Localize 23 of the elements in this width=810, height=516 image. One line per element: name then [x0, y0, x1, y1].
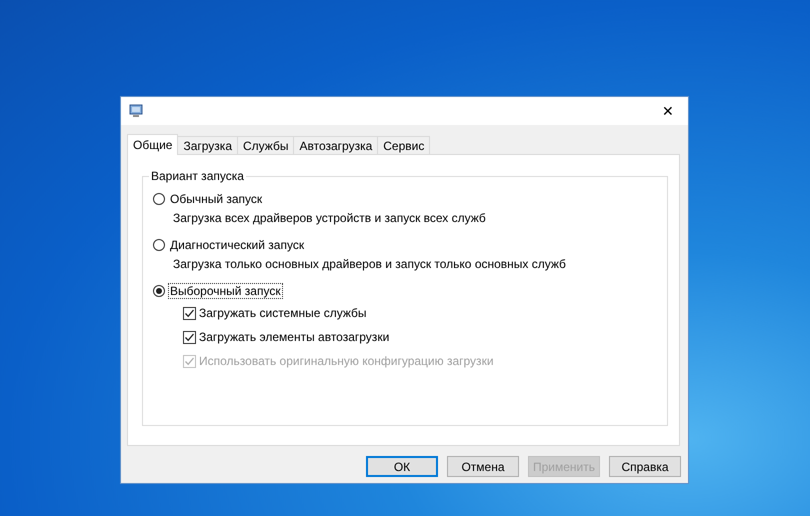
radio-button[interactable]: [153, 285, 165, 297]
radio-label[interactable]: Обычный запуск: [168, 191, 264, 207]
radio-label[interactable]: Диагностический запуск: [168, 237, 306, 253]
radio-label[interactable]: Выборочный запуск: [168, 283, 283, 299]
tab[interactable]: Сервис: [377, 136, 430, 154]
dialog-button[interactable]: Справка: [609, 456, 681, 477]
checkbox-label[interactable]: Загружать системные службы: [199, 306, 367, 320]
close-button[interactable]: ✕: [648, 97, 688, 125]
dialog-button[interactable]: ОК: [366, 456, 438, 477]
tab[interactable]: Службы: [237, 136, 294, 154]
monitor-icon: [129, 104, 143, 118]
tab[interactable]: Общие: [127, 134, 178, 155]
tab[interactable]: Загрузка: [177, 136, 238, 154]
option-description: Загрузка всех драйверов устройств и запуск всех служб: [172, 210, 487, 227]
checkbox-label[interactable]: Загружать элементы автозагрузки: [199, 330, 390, 344]
radio-button[interactable]: [153, 193, 165, 205]
radio-button[interactable]: [153, 239, 165, 251]
option-description: Загрузка только основных драйверов и запуск только основных служб: [172, 256, 567, 273]
dialog-button[interactable]: Отмена: [447, 456, 519, 477]
group-title: Вариант запуска: [149, 169, 246, 183]
checkbox[interactable]: [183, 330, 196, 344]
tab[interactable]: Автозагрузка: [293, 136, 378, 154]
checkbox[interactable]: [183, 306, 196, 320]
